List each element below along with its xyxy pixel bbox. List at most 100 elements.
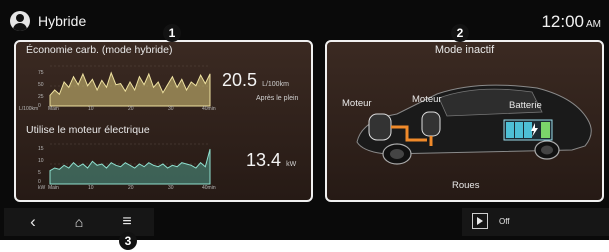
- motor-chart-point: [186, 163, 187, 165]
- fuel-chart-area: [49, 71, 211, 107]
- callout-badge-1: 1: [163, 24, 181, 42]
- fuel-chart-point: [176, 86, 178, 88]
- fuel-chart-point: [162, 92, 164, 94]
- motor-chart-point: [204, 166, 206, 168]
- infotainment-screen: Hybride 12:00 AM Économie carb. (mode hyb…: [0, 0, 609, 240]
- motor-chart-point: [106, 167, 107, 169]
- motor-power-unit: kW: [286, 161, 297, 168]
- wheels-label: Roues: [452, 180, 480, 191]
- fuel-chart-point: [124, 90, 126, 92]
- motor-chart-point: [139, 163, 140, 165]
- fuel-chart-point: [68, 86, 70, 88]
- fuel-chart-point: [190, 81, 192, 83]
- fuel-y-tick: 25: [38, 94, 44, 100]
- motor-chart-point: [77, 166, 79, 168]
- fuel-chart-point: [101, 80, 103, 81]
- motor-y-unit: kW: [38, 185, 46, 191]
- menu-icon[interactable]: ≡: [114, 212, 140, 232]
- fuel-economy-value: 20.5 L/100km: [222, 70, 289, 91]
- motor-chart-point: [124, 162, 126, 164]
- motor-chart-point: [167, 167, 169, 169]
- motor-chart-point: [209, 148, 211, 150]
- media-status: Off: [499, 217, 510, 226]
- motor-chart-point: [115, 164, 117, 166]
- motor-power-value: 13.4 kW: [246, 150, 296, 171]
- fuel-chart-point: [92, 78, 93, 80]
- fuel-chart-point: [87, 85, 88, 87]
- fuel-chart-point: [96, 89, 98, 91]
- fuel-chart-point: [115, 84, 117, 86]
- motor-chart-point: [120, 166, 121, 168]
- fuel-chart-point: [181, 78, 183, 80]
- motor-chart-point: [49, 170, 51, 172]
- motor-chart-point: [101, 163, 103, 165]
- charts-svg: [49, 65, 211, 185]
- status-bar: Hybride 12:00 AM: [0, 0, 609, 40]
- motor-chart-point: [190, 164, 192, 166]
- motor-chart-point: [195, 167, 197, 169]
- motor-y-tick: 15: [38, 146, 44, 152]
- motor-chart-point: [68, 167, 70, 169]
- fuel-y-tick: 0: [38, 103, 41, 109]
- car-icon: [356, 84, 592, 165]
- motor-chart-point: [96, 164, 98, 166]
- fuel-chart-point: [77, 84, 79, 86]
- fuel-economy-unit: L/100km: [262, 81, 289, 88]
- media-widget[interactable]: Off: [462, 208, 609, 236]
- fuel-chart-point: [209, 73, 211, 75]
- motor-x-tick: 10: [88, 185, 94, 191]
- fuel-chart-point: [186, 89, 187, 91]
- profile-name[interactable]: Hybride: [38, 13, 86, 29]
- motor-chart-point: [59, 168, 60, 170]
- play-icon[interactable]: [472, 213, 488, 229]
- motor-chart-point: [54, 167, 56, 169]
- fuel-y-tick: 75: [38, 70, 44, 76]
- fuel-chart-point: [120, 83, 121, 84]
- fuel-chart-point: [172, 76, 173, 78]
- motor-chart-point: [153, 164, 154, 166]
- back-icon[interactable]: ‹: [20, 212, 46, 232]
- fuel-y-tick: 50: [38, 82, 44, 88]
- user-avatar-icon[interactable]: [10, 11, 30, 31]
- fuel-chart-point: [143, 84, 145, 86]
- motor-chart-point: [87, 167, 88, 169]
- fuel-chart-point: [204, 83, 206, 84]
- battery-icon: [503, 119, 553, 141]
- fuel-x-tick: 30: [168, 106, 174, 112]
- clock-time: 12:00: [541, 12, 584, 31]
- motor-chart-point: [162, 163, 164, 165]
- motor-x-tick: 30: [168, 185, 174, 191]
- motor-chart-point: [176, 166, 178, 168]
- motor-power-number: 13.4: [246, 150, 282, 170]
- fuel-x-tick: 20: [128, 106, 134, 112]
- fuel-chart-point: [110, 72, 112, 74]
- motor-chart-point: [73, 162, 74, 164]
- motor-chart-point: [148, 162, 150, 164]
- fuel-chart-point: [63, 81, 65, 83]
- fuel-chart-point: [139, 76, 140, 78]
- motor-chart-point: [181, 162, 183, 164]
- fuel-economy-sub: Après le plein: [256, 95, 299, 102]
- fuel-chart-point: [106, 86, 107, 88]
- motor-x-tick: 40min: [202, 185, 216, 191]
- motor-chart-point: [92, 160, 93, 162]
- motor-chart-point: [82, 163, 84, 165]
- home-icon[interactable]: ⌂: [66, 212, 92, 232]
- motor-chart-point: [172, 164, 173, 166]
- callout-badge-2: 2: [451, 24, 469, 42]
- fuel-chart-point: [167, 84, 169, 86]
- fuel-x-tick: 40min: [202, 106, 216, 112]
- fuel-economy-number: 20.5: [222, 70, 258, 90]
- fuel-chart-point: [49, 94, 51, 96]
- motor-chart-point: [110, 162, 112, 164]
- fuel-x-tick: Main: [48, 106, 59, 112]
- fuel-chart-point: [157, 81, 159, 83]
- battery-label: Batterie: [509, 100, 542, 111]
- fuel-x-tick: 10: [88, 106, 94, 112]
- fuel-chart-point: [148, 73, 150, 75]
- motor-y-tick: 5: [38, 170, 41, 176]
- fuel-chart-point: [195, 85, 197, 87]
- fuel-chart-point: [54, 89, 56, 91]
- energy-charts-panel: Économie carb. (mode hybride) Utilise le…: [14, 40, 313, 202]
- clock: 12:00 AM: [541, 12, 601, 32]
